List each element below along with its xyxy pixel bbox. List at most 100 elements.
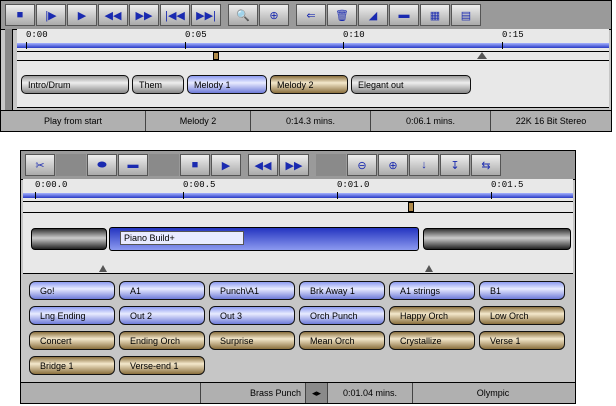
sound-chip[interactable]: Bridge 1 (29, 356, 115, 375)
sample-ruler[interactable]: 0:00.0 0:00.5 0:01.0 0:01.5 (23, 179, 573, 202)
timeline-ruler[interactable]: 0:00 0:05 0:10 0:15 (17, 29, 609, 52)
play-button[interactable]: ▶ (211, 154, 241, 176)
sound-chip[interactable]: Concert (29, 331, 115, 350)
track-label: Piano Build+ (120, 231, 244, 245)
ruler-tick (343, 42, 344, 49)
rewind-button[interactable]: ◀◀ (98, 4, 128, 26)
ruler-tick (26, 42, 27, 49)
range-end-marker[interactable] (425, 265, 433, 272)
sound-chip[interactable]: Low Orch (479, 306, 565, 325)
status-bank: Olympic (476, 388, 510, 398)
sound-chip[interactable]: Mean Orch (299, 331, 385, 350)
sound-chip[interactable]: Go! (29, 281, 115, 300)
playhead-marker[interactable] (213, 52, 219, 60)
sound-chip[interactable]: Crystallize (389, 331, 475, 350)
insert-arrow-button[interactable]: ⇐ (296, 4, 326, 26)
zoom-button[interactable]: ⊕ (259, 4, 289, 26)
fast-forward-button[interactable]: ▶▶ (129, 4, 159, 26)
arrangement-segment[interactable]: Intro/Drum (21, 75, 129, 94)
stop-button[interactable]: ■ (180, 154, 210, 176)
blue-bar-icon: ▬ (398, 9, 410, 21)
track-block-left[interactable] (31, 228, 107, 250)
stop-icon: ■ (16, 9, 24, 21)
ruler-label: 0:00.0 (35, 180, 68, 190)
blue-bar-button[interactable]: ▬ (389, 4, 419, 26)
vertical-scrollbar[interactable] (5, 29, 13, 111)
ruler-tick (491, 192, 492, 199)
sound-chip[interactable]: Surprise (209, 331, 295, 350)
rewind-button[interactable]: ◀◀ (248, 154, 278, 176)
segment-row: Intro/Drum Them Melody 1 Melody 2 Elegant ou… (21, 75, 471, 94)
zoom-out-button[interactable]: ⊖ (347, 154, 377, 176)
marker-button[interactable]: ↓ (409, 154, 439, 176)
track-area: Piano Build+ (23, 213, 573, 274)
grid-icon: ▦ (429, 9, 441, 22)
play-from-start-icon: |▶ (45, 9, 57, 22)
sound-chip[interactable]: Out 2 (119, 306, 205, 325)
insert-arrow-icon: ⇐ (306, 9, 316, 22)
split-arrows-button[interactable]: ⇆ (471, 154, 501, 176)
rewind-icon: ◀◀ (254, 159, 272, 172)
trash-icon: 🗑 (335, 9, 349, 22)
cursor-button[interactable]: ◢ (358, 4, 388, 26)
status-sound-name: Brass Punch (201, 383, 306, 403)
sound-chip[interactable]: Ending Orch (119, 331, 205, 350)
zoom-in-button[interactable]: ⊕ (378, 154, 408, 176)
skip-back-button[interactable]: |◀◀ (160, 4, 190, 26)
ruler-label: 0:15 (502, 30, 524, 40)
trash-button[interactable]: 🗑 (327, 4, 357, 26)
sound-chip[interactable]: Brk Away 1 (299, 281, 385, 300)
position-track[interactable] (17, 52, 609, 61)
ruler-label: 0:01.5 (491, 180, 524, 190)
ruler-label: 0:00.5 (183, 180, 216, 190)
grid-button[interactable]: ▦ (420, 4, 450, 26)
status-empty (21, 383, 201, 403)
sound-chip[interactable]: Lng Ending (29, 306, 115, 325)
track-block-right[interactable] (423, 228, 571, 250)
status-section: Melody 2 (146, 111, 251, 131)
arrangement-segment[interactable]: Elegant out (351, 75, 471, 94)
arrangement-segment[interactable]: Them (132, 75, 184, 94)
playhead-marker[interactable] (408, 202, 414, 212)
scissors-button[interactable]: ✂ (25, 154, 55, 176)
cursor-icon: ◢ (368, 9, 378, 22)
sound-chip[interactable]: Orch Punch (299, 306, 385, 325)
fast-forward-button[interactable]: ▶▶ (279, 154, 309, 176)
speaker-icon[interactable]: ◂▸ (306, 383, 328, 403)
skip-forward-icon: ▶▶| (196, 9, 216, 22)
status-bar: Play from start Melody 2 0:14.3 mins. 0:… (1, 110, 611, 131)
sound-chip[interactable]: Verse-end 1 (119, 356, 205, 375)
grid-alt-button[interactable]: ▤ (451, 4, 481, 26)
position-track[interactable] (23, 202, 573, 213)
play-from-start-button[interactable]: |▶ (36, 4, 66, 26)
sound-chip[interactable]: Punch\A1 (209, 281, 295, 300)
arrangement-window: ■ |▶ ▶ ◀◀ ▶▶ |◀◀ ▶▶| 🔍 ⊕ ⇐ 🗑 ◢ ▬ ▦ ▤ 0:00 0:05 0:10 0:… (0, 0, 612, 132)
sound-editor-window: ✂ ⬬ ▬ ■ ▶ ◀◀ ▶▶ ⊖ ⊕ ↓ ↧ ⇆ 0:00.0 0:00.5 0:01.0 0:01… (20, 150, 576, 404)
status-total-length: 0:14.3 mins. (251, 111, 371, 131)
skip-forward-button[interactable]: ▶▶| (191, 4, 221, 26)
zoom-in-icon: ⊕ (388, 159, 398, 172)
play-icon: ▶ (221, 159, 231, 172)
blue-bar-button[interactable]: ▬ (118, 154, 148, 176)
sound-chip[interactable]: B1 (479, 281, 565, 300)
arrangement-segment[interactable]: Melody 2 (270, 75, 348, 94)
sound-chip[interactable]: A1 (119, 281, 205, 300)
scissors-icon: ✂ (35, 159, 45, 172)
arrangement-segment[interactable]: Melody 1 (187, 75, 267, 94)
sound-chip[interactable]: Out 3 (209, 306, 295, 325)
range-start-marker[interactable] (99, 265, 107, 272)
arrangement-toolbar: ■ |▶ ▶ ◀◀ ▶▶ |◀◀ ▶▶| 🔍 ⊕ ⇐ 🗑 ◢ ▬ ▦ ▤ (1, 1, 611, 30)
status-position: 0:06.1 mins. (371, 111, 491, 131)
sound-chip[interactable]: Happy Orch (389, 306, 475, 325)
play-button[interactable]: ▶ (67, 4, 97, 26)
magnify-button[interactable]: 🔍 (228, 4, 258, 26)
loop-end-marker[interactable] (477, 52, 487, 59)
stop-button[interactable]: ■ (5, 4, 35, 26)
sound-chip[interactable]: Verse 1 (479, 331, 565, 350)
play-icon: ▶ (77, 9, 87, 22)
sound-chip[interactable]: A1 strings (389, 281, 475, 300)
blue-bar-icon: ▬ (127, 159, 139, 171)
blue-button-button[interactable]: ⬬ (87, 154, 117, 176)
piano-build-track[interactable]: Piano Build+ (109, 227, 419, 251)
marker-alt-button[interactable]: ↧ (440, 154, 470, 176)
